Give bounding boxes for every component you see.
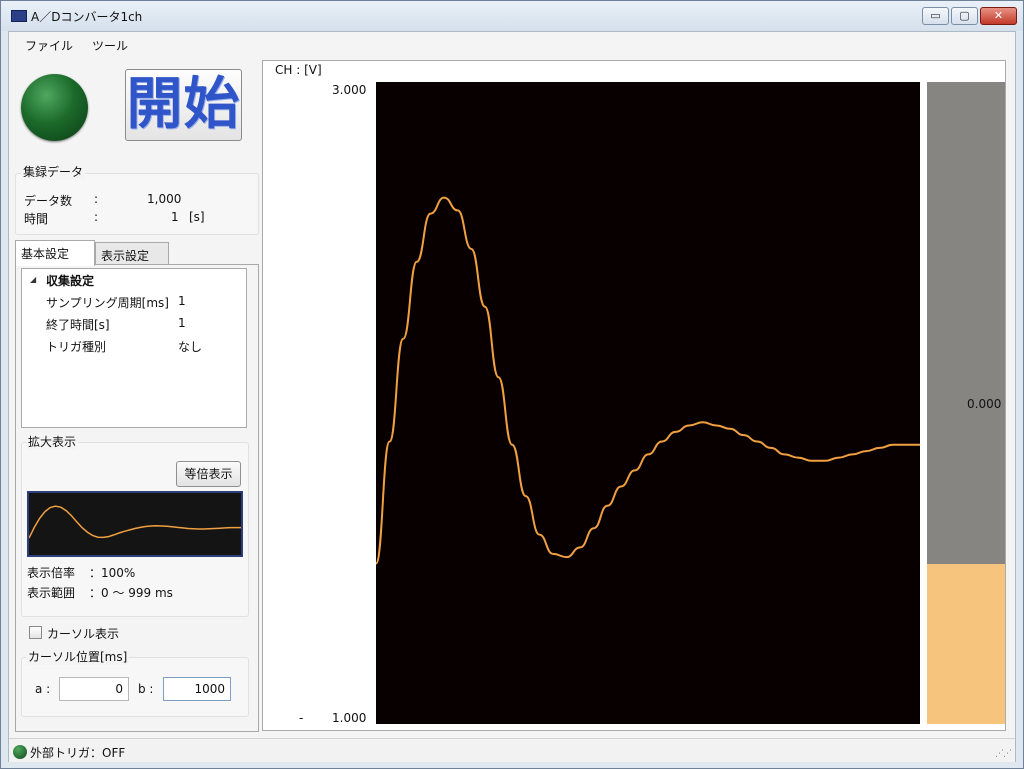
window-title: A／Dコンバータ1ch <box>31 10 143 24</box>
tab-display-settings[interactable]: 表示設定 <box>95 242 169 266</box>
property-value[interactable]: 1 <box>178 316 186 330</box>
cursor-b-input[interactable]: 1000 <box>163 677 231 701</box>
waveform-series-line <box>375 196 920 565</box>
plot-area[interactable] <box>375 82 920 724</box>
cursor-a-label: a : <box>35 682 51 696</box>
maximize-button[interactable]: ▢ <box>951 7 978 25</box>
zoom-rate-label: 表示倍率 <box>27 566 76 580</box>
y-tick-min-marker: - <box>299 711 304 725</box>
time-sep: : <box>94 210 99 224</box>
preview-series-line <box>28 505 241 539</box>
waveform-chart <box>375 196 920 565</box>
cursor-show-checkbox[interactable] <box>29 626 42 639</box>
level-meter-fill <box>927 563 1005 724</box>
title-bar[interactable]: A／Dコンバータ1ch ▭ ▢ ✕ <box>1 1 1023 31</box>
cursor-show-label[interactable]: カーソル表示 <box>47 625 119 642</box>
y-tick-min: 1.000 <box>332 711 367 725</box>
data-count-label: データ数 <box>24 194 73 208</box>
menu-file[interactable]: ファイル <box>25 37 73 54</box>
app-window: A／Dコンバータ1ch ▭ ▢ ✕ ファイル ツール 開始 集録データ データ数… <box>0 0 1024 769</box>
cursor-b-label: b : <box>138 682 154 696</box>
property-value[interactable]: 1 <box>178 294 186 308</box>
data-count-sep: : <box>94 192 99 206</box>
start-button[interactable]: 開始 <box>125 69 242 141</box>
zoom-group-title: 拡大表示 <box>26 433 79 450</box>
status-led-indicator <box>21 74 88 141</box>
zoom-rate-value: ：100% <box>89 566 136 580</box>
collected-data-title: 集録データ <box>21 163 86 180</box>
resize-grip-icon[interactable]: ⋰⋰ <box>995 749 1012 759</box>
meter-value: 0.000 <box>967 397 1002 411</box>
cursor-position-title: カーソル位置[ms] <box>26 648 130 665</box>
property-grid[interactable]: ◢ 収集設定 サンプリング周期[ms] 1 終了時間[s] 1 トリガ種別 なし <box>21 268 247 428</box>
cursor-a-input[interactable]: 0 <box>59 677 129 701</box>
property-value[interactable]: なし <box>178 338 202 355</box>
level-meter: 0.000 <box>927 82 1005 724</box>
close-button[interactable]: ✕ <box>980 7 1017 25</box>
menu-bar: ファイル ツール <box>9 32 1015 56</box>
preview-chart <box>28 505 241 539</box>
minimize-button[interactable]: ▭ <box>922 7 949 25</box>
client-area: ファイル ツール 開始 集録データ データ数 : 1,000 時間 : 1 [s… <box>8 31 1016 762</box>
actual-size-button[interactable]: 等倍表示 <box>176 461 241 487</box>
data-count-value: 1,000 <box>147 192 182 206</box>
property-label[interactable]: トリガ種別 <box>46 338 106 355</box>
acquisition-group-header[interactable]: 収集設定 <box>46 272 94 289</box>
zoom-range-value: ：0 ～ 999 ms <box>89 586 173 600</box>
zoom-range-label: 表示範囲 <box>27 586 76 600</box>
external-trigger-status: 外部トリガ：OFF <box>30 746 126 760</box>
menu-tools[interactable]: ツール <box>92 37 128 54</box>
expander-icon[interactable]: ◢ <box>30 275 36 284</box>
y-tick-max: 3.000 <box>332 83 367 97</box>
time-value: 1 <box>171 210 179 224</box>
time-unit: [s] <box>189 210 205 224</box>
property-label[interactable]: サンプリング周期[ms] <box>46 294 169 311</box>
property-label[interactable]: 終了時間[s] <box>46 316 110 333</box>
overview-preview[interactable] <box>27 491 243 557</box>
trigger-led-icon <box>13 745 27 759</box>
status-bar: 外部トリガ：OFF ⋰⋰ <box>9 738 1015 762</box>
monitor-icon <box>11 10 27 22</box>
tab-basic-settings[interactable]: 基本設定 <box>15 240 95 266</box>
channel-axis-label: CH : [V] <box>275 63 322 77</box>
time-label: 時間 <box>24 212 49 226</box>
